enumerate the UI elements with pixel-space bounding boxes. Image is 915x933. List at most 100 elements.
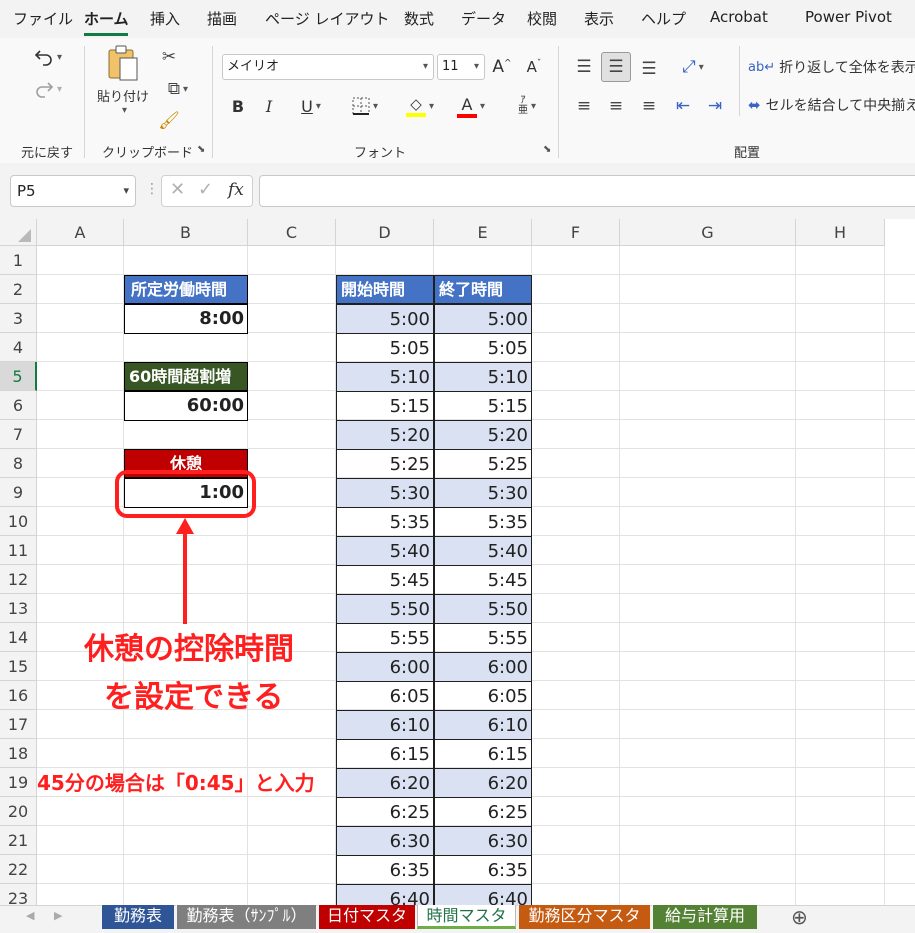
align-center-button[interactable]: ≡ xyxy=(604,94,628,118)
formula-bar-grip-icon[interactable]: ⋮ xyxy=(145,181,159,197)
row-header-3[interactable]: 3 xyxy=(0,304,37,333)
start-time-cell[interactable]: 6:00 xyxy=(336,652,434,682)
phonetic-button[interactable]: ｱ亜 ▾ xyxy=(505,94,549,118)
start-time-cell[interactable]: 5:25 xyxy=(336,449,434,479)
row-header-10[interactable]: 10 xyxy=(0,507,37,536)
scroll-right-icon[interactable]: ▶ xyxy=(54,909,62,922)
select-all-button[interactable] xyxy=(0,219,37,246)
end-time-cell[interactable]: 6:05 xyxy=(434,681,532,711)
start-time-cell[interactable]: 5:20 xyxy=(336,420,434,450)
sheet-tab-0[interactable]: 勤務表 xyxy=(101,905,174,929)
fill-color-button[interactable]: ◇ ▾ xyxy=(398,92,442,120)
increase-indent-button[interactable]: ⇥ xyxy=(703,94,727,118)
end-time-cell[interactable]: 6:30 xyxy=(434,826,532,856)
row-header-13[interactable]: 13 xyxy=(0,594,37,623)
row-header-11[interactable]: 11 xyxy=(0,536,37,565)
end-time-cell[interactable]: 5:15 xyxy=(434,391,532,421)
insert-function-icon[interactable]: fx xyxy=(228,180,244,200)
row-header-7[interactable]: 7 xyxy=(0,420,37,449)
merge-center-button[interactable]: ⬌ セルを結合して中央揃え xyxy=(748,92,915,118)
start-time-cell[interactable]: 5:10 xyxy=(336,362,434,392)
row-header-9[interactable]: 9 xyxy=(0,478,37,507)
sheet-tab-1[interactable]: 勤務表（ｻﾝﾌﾟﾙ） xyxy=(176,905,316,929)
redo-button[interactable]: ▾ xyxy=(26,76,70,102)
end-time-cell[interactable]: 5:30 xyxy=(434,478,532,508)
sheet-tab-3[interactable]: 時間マスタ xyxy=(417,905,516,929)
start-time-cell[interactable]: 5:55 xyxy=(336,623,434,653)
tab-acrobat[interactable]: Acrobat xyxy=(710,8,768,26)
start-time-cell[interactable]: 6:30 xyxy=(336,826,434,856)
bold-button[interactable]: B xyxy=(228,94,248,118)
row-header-20[interactable]: 20 xyxy=(0,797,37,826)
row-header-15[interactable]: 15 xyxy=(0,652,37,681)
start-time-header[interactable]: 開始時間 xyxy=(336,275,434,304)
font-size-select[interactable]: 11 ▾ xyxy=(437,54,485,80)
grow-font-button[interactable]: A^ xyxy=(491,56,513,78)
tab-draw[interactable]: 描画 xyxy=(207,8,237,29)
tab-home[interactable]: ホーム xyxy=(84,8,129,29)
column-header-d[interactable]: D xyxy=(336,219,434,246)
start-time-cell[interactable]: 5:40 xyxy=(336,536,434,566)
end-time-cell[interactable]: 5:00 xyxy=(434,304,532,334)
start-time-cell[interactable]: 6:10 xyxy=(336,710,434,740)
row-header-4[interactable]: 4 xyxy=(0,333,37,362)
end-time-cell[interactable]: 6:25 xyxy=(434,797,532,827)
dialog-launcher-icon[interactable]: ⬊ xyxy=(543,144,551,155)
row-header-12[interactable]: 12 xyxy=(0,565,37,594)
tab-page-layout[interactable]: ページ レイアウト xyxy=(265,8,389,29)
align-top-button[interactable]: ☰ xyxy=(572,54,596,80)
sheet-tab-2[interactable]: 日付マスタ xyxy=(318,905,415,929)
tab-review[interactable]: 校閲 xyxy=(527,8,557,29)
end-time-cell[interactable]: 6:10 xyxy=(434,710,532,740)
row-header-6[interactable]: 6 xyxy=(0,391,37,420)
underline-button[interactable]: U ▾ xyxy=(289,94,333,118)
start-time-cell[interactable]: 6:35 xyxy=(336,855,434,885)
start-time-cell[interactable]: 5:15 xyxy=(336,391,434,421)
end-time-cell[interactable]: 5:35 xyxy=(434,507,532,537)
row-header-18[interactable]: 18 xyxy=(0,739,37,768)
row-header-1[interactable]: 1 xyxy=(0,246,37,275)
sheet-tab-5[interactable]: 給与計算用 xyxy=(652,905,757,929)
end-time-cell[interactable]: 5:20 xyxy=(434,420,532,450)
overtime-60h-header[interactable]: 60時間超割増 xyxy=(124,362,248,391)
tab-view[interactable]: 表示 xyxy=(584,8,614,29)
tab-file[interactable]: ファイル xyxy=(13,8,73,29)
end-time-cell[interactable]: 5:55 xyxy=(434,623,532,653)
end-time-cell[interactable]: 5:40 xyxy=(434,536,532,566)
column-header-e[interactable]: E xyxy=(434,219,532,246)
align-middle-button[interactable]: ☰ xyxy=(601,52,631,82)
format-painter-button[interactable]: 🖌 xyxy=(158,110,180,132)
tab-power-pivot[interactable]: Power Pivot xyxy=(805,8,892,26)
end-time-header[interactable]: 終了時間 xyxy=(434,275,532,304)
start-time-cell[interactable]: 6:25 xyxy=(336,797,434,827)
font-color-button[interactable]: A ▾ xyxy=(449,92,493,120)
undo-button[interactable]: ▾ xyxy=(26,44,70,70)
tab-help[interactable]: ヘルプ xyxy=(641,8,686,29)
start-time-cell[interactable]: 6:05 xyxy=(336,681,434,711)
end-time-cell[interactable]: 5:50 xyxy=(434,594,532,624)
column-header-g[interactable]: G xyxy=(620,219,796,246)
row-header-5[interactable]: 5 xyxy=(0,362,37,391)
tab-insert[interactable]: 挿入 xyxy=(150,8,180,29)
row-header-8[interactable]: 8 xyxy=(0,449,37,478)
start-time-cell[interactable]: 5:45 xyxy=(336,565,434,595)
overtime-60h-cell[interactable]: 60:00 xyxy=(124,391,248,421)
name-box[interactable]: P5 ▾ xyxy=(10,175,136,207)
row-header-2[interactable]: 2 xyxy=(0,275,37,304)
row-header-22[interactable]: 22 xyxy=(0,855,37,884)
start-time-cell[interactable]: 5:35 xyxy=(336,507,434,537)
cut-button[interactable]: ✂ xyxy=(158,46,180,68)
align-right-button[interactable]: ≡ xyxy=(637,94,661,118)
decrease-indent-button[interactable]: ⇤ xyxy=(671,94,695,118)
start-time-cell[interactable]: 6:15 xyxy=(336,739,434,769)
column-header-c[interactable]: C xyxy=(248,219,336,246)
start-time-cell[interactable]: 5:05 xyxy=(336,333,434,363)
column-header-a[interactable]: A xyxy=(37,219,124,246)
end-time-cell[interactable]: 5:05 xyxy=(434,333,532,363)
row-header-16[interactable]: 16 xyxy=(0,681,37,710)
check-icon[interactable]: ✓ xyxy=(198,179,213,200)
dialog-launcher-icon[interactable]: ⬊ xyxy=(197,144,205,155)
cancel-icon[interactable]: ✕ xyxy=(170,179,185,200)
tab-formulas[interactable]: 数式 xyxy=(404,8,434,29)
row-header-14[interactable]: 14 xyxy=(0,623,37,652)
